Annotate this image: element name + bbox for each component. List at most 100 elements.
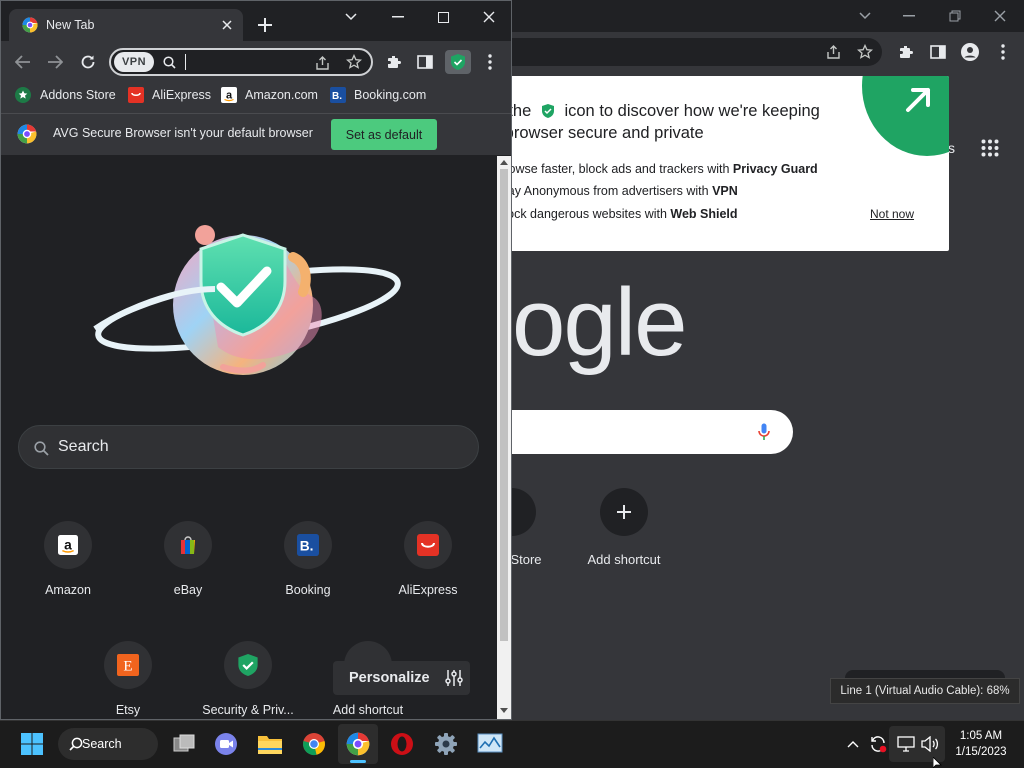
chrome-icon — [303, 733, 325, 756]
bookmark-amazon[interactable]: a Amazon.com — [221, 87, 318, 103]
shortcut-label: AliExpress — [398, 583, 458, 597]
shortcut-booking[interactable]: B. Booking — [252, 521, 364, 597]
close-window-icon[interactable] — [479, 7, 499, 27]
bookmark-addons-store[interactable]: Addons Store — [15, 87, 116, 103]
bookmark-aliexpress[interactable]: AliExpress — [128, 87, 211, 103]
sync-alert-icon[interactable] — [868, 734, 888, 754]
windows-icon — [21, 733, 43, 755]
profile-icon[interactable] — [960, 42, 980, 62]
monitor-chart-icon — [477, 733, 503, 753]
not-now-link[interactable]: Not now — [870, 207, 914, 221]
scroll-down-arrow-icon[interactable] — [499, 706, 509, 714]
tab-search-chevron-icon[interactable] — [341, 7, 361, 27]
addons-store-icon — [15, 87, 31, 103]
chrome-button[interactable] — [294, 724, 334, 764]
microphone-icon[interactable] — [754, 422, 774, 442]
extensions-icon[interactable] — [384, 52, 404, 72]
avg-security-popup: Click the icon to discover how we're kee… — [444, 76, 949, 251]
search-icon — [69, 737, 83, 751]
extensions-icon[interactable] — [896, 42, 916, 62]
bookmarks-bar: Addons Store AliExpress a Amazon.com B. … — [1, 81, 511, 113]
close-icon[interactable] — [990, 6, 1010, 26]
teams-chat-icon — [215, 733, 237, 755]
volume-tooltip: Line 1 (Virtual Audio Cable): 68% — [830, 678, 1020, 704]
avg-security-shield-icon[interactable] — [445, 50, 471, 74]
background-add-shortcut[interactable] — [600, 488, 648, 536]
personalize-label: Personalize — [349, 670, 430, 686]
task-view-icon — [173, 734, 195, 752]
start-button[interactable] — [12, 724, 52, 764]
ebay-icon — [164, 521, 212, 569]
address-bar[interactable]: VPN — [109, 48, 373, 76]
performance-monitor-button[interactable] — [470, 724, 510, 764]
aliexpress-icon — [404, 521, 452, 569]
shield-icon — [541, 104, 554, 118]
back-arrow-icon[interactable] — [13, 52, 33, 72]
minimize-icon[interactable] — [388, 7, 408, 27]
set-as-default-button[interactable]: Set as default — [331, 119, 437, 150]
menu-icon[interactable] — [480, 52, 500, 72]
background-search-box[interactable] — [480, 410, 793, 454]
personalize-button[interactable]: Personalize — [333, 661, 470, 695]
bookmark-booking[interactable]: B. Booking.com — [330, 87, 426, 103]
menu-icon[interactable] — [993, 42, 1013, 62]
text-cursor — [185, 54, 186, 70]
avg-browser-window: New Tab VPN Addons Store AliExpress a Am… — [0, 0, 512, 720]
shortcut-etsy[interactable]: E Etsy — [72, 641, 184, 717]
shortcut-amazon[interactable]: a Amazon — [12, 521, 124, 597]
share-icon[interactable] — [824, 43, 842, 61]
avg-browser-taskbar-button[interactable] — [338, 724, 378, 764]
amazon-icon: a — [221, 87, 237, 103]
chevron-up-icon[interactable] — [845, 734, 861, 754]
shortcut-label: Add shortcut — [332, 703, 404, 717]
arrow-up-right-icon — [900, 82, 936, 118]
file-explorer-button[interactable] — [250, 724, 290, 764]
svg-text:a: a — [64, 537, 72, 552]
apps-grid-icon[interactable] — [980, 138, 1000, 158]
tab-close-icon[interactable] — [219, 17, 235, 33]
bookmark-label: Addons Store — [40, 88, 116, 102]
star-icon[interactable] — [856, 43, 874, 61]
amazon-icon: a — [44, 521, 92, 569]
network-icon[interactable] — [896, 734, 916, 754]
restore-icon[interactable] — [945, 6, 965, 26]
shortcut-aliexpress[interactable]: AliExpress — [372, 521, 484, 597]
booking-icon: B. — [284, 521, 332, 569]
avg-browser-icon — [17, 124, 37, 144]
task-view-button[interactable] — [164, 724, 204, 764]
tab-new-tab[interactable]: New Tab — [9, 9, 243, 41]
search-icon — [161, 54, 177, 70]
scroll-up-arrow-icon[interactable] — [499, 158, 509, 166]
shortcut-security-privacy[interactable]: Security & Priv... — [192, 641, 304, 717]
new-tab-plus-icon[interactable] — [255, 15, 275, 35]
svg-text:E: E — [123, 659, 132, 675]
settings-button[interactable] — [426, 724, 466, 764]
scrollbar-thumb[interactable] — [500, 169, 508, 641]
share-icon[interactable] — [313, 54, 331, 72]
svg-text:B.: B. — [332, 91, 342, 102]
default-browser-infobar: AVG Secure Browser isn't your default br… — [1, 113, 511, 155]
shortcut-label: eBay — [173, 583, 203, 597]
gear-icon — [435, 733, 457, 755]
shortcut-ebay[interactable]: eBay — [132, 521, 244, 597]
popup-title: Click the icon to discover how we're kee… — [468, 100, 848, 144]
apps-label-fragment[interactable]: s — [948, 140, 955, 156]
star-icon[interactable] — [345, 53, 363, 71]
teams-chat-button[interactable] — [206, 724, 246, 764]
taskbar-clock[interactable]: 1:05 AM 1/15/2023 — [946, 728, 1016, 760]
reload-icon[interactable] — [78, 52, 98, 72]
vpn-badge[interactable]: VPN — [114, 52, 154, 72]
side-panel-icon[interactable] — [415, 52, 435, 72]
side-panel-icon[interactable] — [928, 42, 948, 62]
background-address-bar[interactable] — [512, 38, 882, 66]
taskbar-search[interactable]: Search — [58, 728, 158, 760]
volume-icon[interactable] — [920, 734, 940, 754]
maximize-icon[interactable] — [433, 7, 453, 27]
minimize-icon[interactable] — [899, 6, 919, 26]
mouse-cursor — [933, 757, 943, 768]
avg-browser-icon — [22, 17, 38, 33]
chevron-down-icon[interactable] — [855, 6, 875, 26]
forward-arrow-icon[interactable] — [45, 52, 65, 72]
search-box[interactable]: Search — [18, 425, 479, 469]
opera-button[interactable] — [382, 724, 422, 764]
